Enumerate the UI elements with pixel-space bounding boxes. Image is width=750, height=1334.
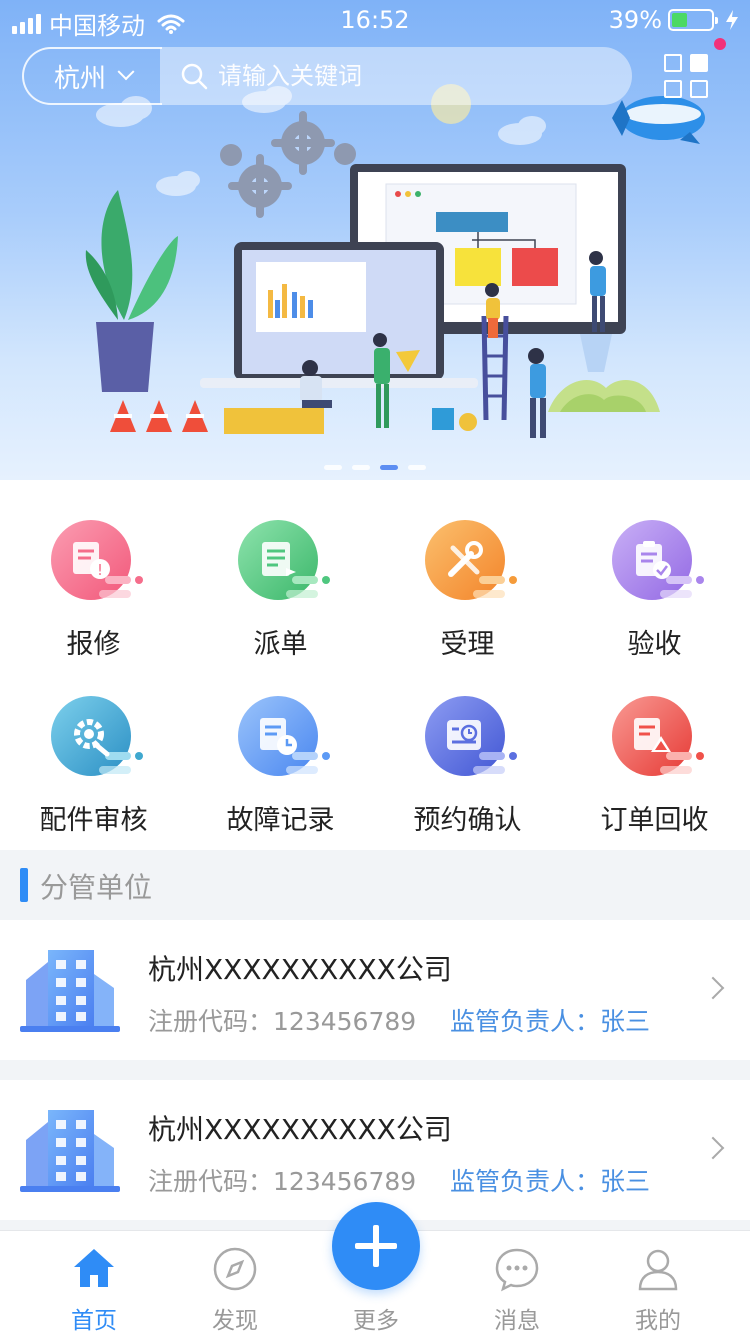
grid-item-accept[interactable]: 受理: [374, 514, 561, 661]
tab-label: 消息: [494, 1308, 540, 1334]
svg-text:!: !: [96, 561, 102, 579]
supervisor: 监管负责人：张三: [450, 1007, 651, 1036]
section-title: 分管单位: [40, 871, 153, 904]
grid-label: 订单回收: [600, 805, 709, 836]
registration-code: 注册代码：123456789: [148, 1167, 417, 1196]
grid-label: 报修: [66, 629, 121, 660]
supervisor: 监管负责人：张三: [450, 1167, 651, 1196]
building-icon: [20, 1110, 120, 1192]
charging-icon: [726, 10, 738, 30]
message-icon: [495, 1248, 539, 1292]
chevron-right-icon: [701, 1136, 725, 1160]
tab-messages[interactable]: 消息: [447, 1231, 587, 1334]
chevron-right-icon: [701, 976, 725, 1000]
tab-label: 发现: [212, 1308, 258, 1334]
order-recycle-icon: [600, 690, 710, 780]
city-label: 杭州: [53, 63, 106, 94]
section-header: 分管单位: [0, 850, 750, 920]
notification-dot: [714, 38, 726, 50]
registration-code: 注册代码：123456789: [148, 1007, 417, 1036]
carousel-dot[interactable]: [380, 465, 398, 470]
appointment-icon: [413, 690, 523, 780]
company-card[interactable]: 杭州XXXXXXXXXX公司 注册代码：123456789 监管负责人：张三: [0, 920, 750, 1060]
tab-discover[interactable]: 发现: [165, 1231, 305, 1334]
city-selector[interactable]: 杭州: [22, 47, 162, 105]
building-icon: [20, 950, 120, 1032]
tab-label: 首页: [71, 1308, 117, 1334]
battery-icon: [668, 9, 718, 31]
search-field[interactable]: [160, 47, 632, 105]
fault-record-icon: [226, 690, 336, 780]
user-icon: [638, 1249, 678, 1291]
battery-percent: 39%: [608, 6, 662, 34]
search-bar: 杭州: [22, 47, 632, 105]
tab-profile[interactable]: 我的: [588, 1231, 728, 1334]
carousel-dot[interactable]: [324, 465, 342, 470]
grid-label: 受理: [440, 629, 495, 660]
search-input[interactable]: [218, 62, 598, 90]
grid-item-fault-record[interactable]: 故障记录: [187, 690, 374, 837]
repair-report-icon: !: [39, 514, 149, 604]
plus-icon[interactable]: [332, 1202, 420, 1290]
status-bar: 中国移动 16:52 39%: [0, 0, 750, 40]
search-icon: [181, 63, 208, 90]
grid-label: 故障记录: [226, 805, 335, 836]
apps-grid-icon[interactable]: [662, 52, 712, 102]
tab-label: 我的: [635, 1308, 681, 1334]
grid-item-parts-review[interactable]: 配件审核: [0, 690, 187, 837]
function-grid: ! 报修 派单 受理 验收 配件审核 故障记录 预约确认 订单回收: [0, 480, 750, 850]
grid-item-order-recycle[interactable]: 订单回收: [561, 690, 748, 837]
acceptance-icon: [600, 514, 710, 604]
grid-item-acceptance[interactable]: 验收: [561, 514, 748, 661]
compass-icon: [213, 1247, 257, 1291]
company-card[interactable]: 杭州XXXXXXXXXX公司 注册代码：123456789 监管负责人：张三: [0, 1080, 750, 1220]
grid-label: 预约确认: [413, 805, 522, 836]
parts-review-icon: [39, 690, 149, 780]
carousel-indicator: [0, 465, 750, 470]
tools-icon: [413, 514, 523, 604]
grid-label: 验收: [627, 629, 682, 660]
grid-label: 派单: [253, 629, 308, 660]
grid-item-repair[interactable]: ! 报修: [0, 514, 187, 661]
company-name: 杭州XXXXXXXXXX公司: [148, 953, 452, 986]
grid-item-appointment[interactable]: 预约确认: [374, 690, 561, 837]
carousel-dot[interactable]: [408, 465, 426, 470]
home-icon: [74, 1249, 114, 1287]
carousel-dot[interactable]: [352, 465, 370, 470]
grid-label: 配件审核: [39, 805, 148, 836]
grid-item-dispatch[interactable]: 派单: [187, 514, 374, 661]
section-accent-bar: [20, 868, 28, 902]
tab-home[interactable]: 首页: [24, 1231, 164, 1334]
tab-label: 更多: [353, 1308, 399, 1334]
company-name: 杭州XXXXXXXXXX公司: [148, 1113, 452, 1146]
banner-carousel[interactable]: 中国移动 16:52 39% 杭州: [0, 0, 750, 480]
dispatch-icon: [226, 514, 336, 604]
chevron-down-icon: [117, 63, 135, 81]
